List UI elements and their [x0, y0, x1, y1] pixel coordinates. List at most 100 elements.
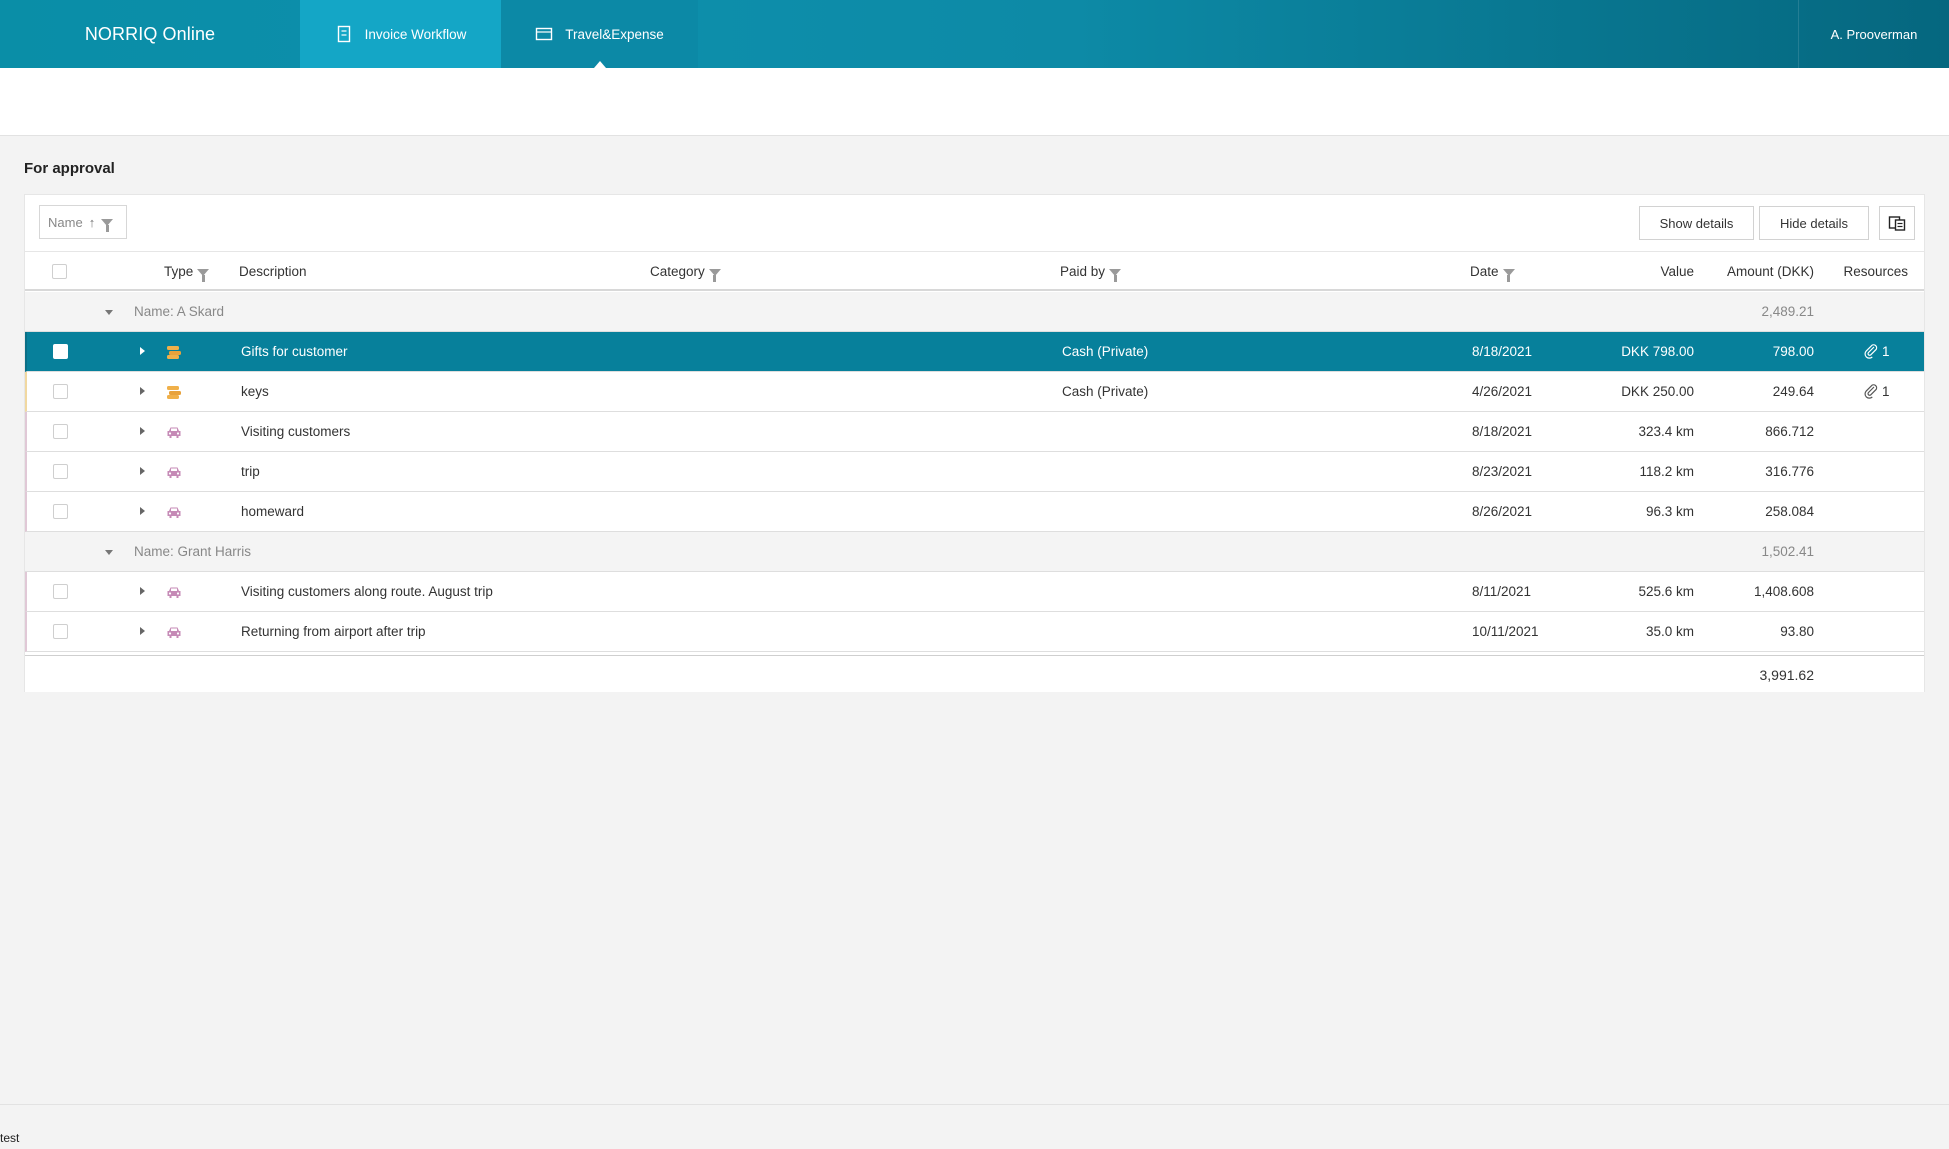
paperclip-icon[interactable]	[1863, 343, 1879, 359]
filter-icon[interactable]	[1502, 268, 1515, 282]
column-header-paid-by[interactable]: Paid by	[1060, 264, 1122, 282]
export-button[interactable]	[1879, 206, 1915, 240]
page-title: For approval	[24, 160, 115, 177]
tab-invoice-workflow[interactable]: Invoice Workflow	[300, 0, 501, 68]
description-cell: Visiting customers along route. August t…	[241, 584, 493, 599]
footer-divider	[0, 1104, 1949, 1105]
description-cell: keys	[241, 384, 269, 399]
sort-ascending-icon[interactable]: ↑	[89, 215, 96, 230]
group-row[interactable]: Name: A Skard 2,489.21	[25, 292, 1924, 332]
group-label: Name: A Skard	[134, 304, 225, 319]
amount-cell: 249.64	[1772, 384, 1814, 399]
column-header-amount[interactable]: Amount (DKK)	[1727, 264, 1814, 279]
car-icon	[167, 467, 181, 478]
expand-chevron-icon[interactable]	[140, 507, 145, 515]
filter-icon[interactable]	[708, 268, 721, 282]
export-icon	[1888, 216, 1906, 231]
amount-cell: 798.00	[1772, 344, 1814, 359]
expand-chevron-icon[interactable]	[140, 387, 145, 395]
row-checkbox[interactable]	[53, 344, 68, 359]
column-header-date[interactable]: Date	[1470, 264, 1515, 282]
grand-total: 3,991.62	[1759, 667, 1815, 683]
value-cell: 35.0 km	[1645, 624, 1694, 639]
expand-chevron-icon[interactable]	[140, 467, 145, 475]
value-cell: DKK 798.00	[1621, 344, 1694, 359]
amount-cell: 93.80	[1780, 624, 1814, 639]
row-checkbox[interactable]	[53, 584, 68, 599]
date-cell: 8/18/2021	[1472, 424, 1533, 439]
column-type-label: Type	[164, 264, 194, 279]
table-row[interactable]: trip 8/23/2021 118.2 km 316.776	[25, 452, 1924, 492]
filter-icon[interactable]	[101, 218, 114, 232]
user-menu[interactable]: A. Prooverman	[1798, 0, 1949, 68]
row-checkbox[interactable]	[53, 624, 68, 639]
receipt-icon	[167, 346, 181, 359]
table-row[interactable]: keys Cash (Private) 4/26/2021 DKK 250.00…	[25, 372, 1924, 412]
paid-by-cell: Cash (Private)	[1062, 344, 1149, 359]
date-cell: 10/11/2021	[1472, 624, 1539, 639]
group-label: Name: Grant Harris	[134, 544, 252, 559]
group-total: 1,502.41	[1761, 544, 1814, 559]
amount-cell: 1,408.608	[1753, 584, 1814, 599]
top-navigation-bar: NORRIQ Online Invoice Workflow Travel&Ex…	[0, 0, 1949, 68]
tab-travel-expense[interactable]: Travel&Expense	[501, 0, 698, 68]
receipt-icon	[167, 386, 181, 399]
expand-chevron-icon[interactable]	[140, 347, 145, 355]
brand-logo[interactable]: NORRIQ Online	[0, 0, 300, 68]
row-checkbox[interactable]	[53, 424, 68, 439]
car-icon	[167, 427, 181, 438]
column-paid-by-label: Paid by	[1060, 264, 1106, 279]
group-chip-label: Name	[48, 214, 83, 230]
date-cell: 8/18/2021	[1472, 344, 1533, 359]
tab-invoice-workflow-label: Invoice Workflow	[364, 26, 467, 42]
collapse-chevron-icon[interactable]	[105, 310, 113, 315]
amount-cell: 316.776	[1765, 464, 1814, 479]
approval-grid: Name ↑ Show details Hide details Type De…	[24, 194, 1925, 692]
date-cell: 8/11/2021	[1472, 584, 1532, 599]
group-by-name-chip[interactable]: Name ↑	[39, 205, 127, 239]
table-row[interactable]: homeward 8/26/2021 96.3 km 258.084	[25, 492, 1924, 532]
column-header-resources[interactable]: Resources	[1843, 264, 1908, 279]
table-row[interactable]: Visiting customers along route. August t…	[25, 572, 1924, 612]
select-all-checkbox[interactable]	[52, 264, 67, 279]
toolbar-area	[0, 68, 1949, 136]
expand-chevron-icon[interactable]	[140, 427, 145, 435]
show-details-button[interactable]: Show details	[1639, 206, 1754, 240]
table-row[interactable]: Gifts for customer Cash (Private) 8/18/2…	[25, 332, 1924, 372]
filter-icon[interactable]	[1109, 268, 1122, 282]
date-cell: 8/23/2021	[1472, 464, 1533, 479]
column-header-description[interactable]: Description	[239, 264, 307, 279]
car-icon	[167, 627, 181, 638]
amount-cell: 866.712	[1765, 424, 1814, 439]
row-checkbox[interactable]	[53, 464, 68, 479]
car-icon	[167, 507, 181, 518]
column-header-category[interactable]: Category	[650, 264, 721, 282]
collapse-chevron-icon[interactable]	[105, 550, 113, 555]
value-cell: 118.2 km	[1639, 464, 1694, 479]
expand-chevron-icon[interactable]	[140, 587, 145, 595]
description-cell: Visiting customers	[241, 424, 351, 439]
column-date-label: Date	[1470, 264, 1499, 279]
group-row[interactable]: Name: Grant Harris 1,502.41	[25, 532, 1924, 572]
footer-text: test	[0, 1131, 20, 1145]
description-cell: Returning from airport after trip	[241, 624, 426, 639]
filter-icon[interactable]	[197, 268, 210, 282]
row-checkbox[interactable]	[53, 384, 68, 399]
column-header-value[interactable]: Value	[1660, 264, 1694, 279]
value-cell: DKK 250.00	[1621, 384, 1694, 399]
row-checkbox[interactable]	[53, 504, 68, 519]
value-cell: 96.3 km	[1645, 504, 1694, 519]
date-cell: 4/26/2021	[1472, 384, 1533, 399]
paperclip-icon[interactable]	[1863, 383, 1879, 399]
resources-count: 1	[1882, 384, 1890, 399]
wallet-icon	[536, 27, 553, 41]
date-cell: 8/26/2021	[1472, 504, 1533, 519]
hide-details-button[interactable]: Hide details	[1759, 206, 1869, 240]
description-cell: homeward	[241, 504, 305, 519]
column-header-type[interactable]: Type	[164, 264, 210, 282]
expand-chevron-icon[interactable]	[140, 627, 145, 635]
table-row[interactable]: Visiting customers 8/18/2021 323.4 km 86…	[25, 412, 1924, 452]
table-row[interactable]: Returning from airport after trip 10/11/…	[25, 612, 1924, 652]
paid-by-cell: Cash (Private)	[1062, 384, 1149, 399]
table-header: Type Description Category Paid by Date V…	[25, 251, 1924, 291]
